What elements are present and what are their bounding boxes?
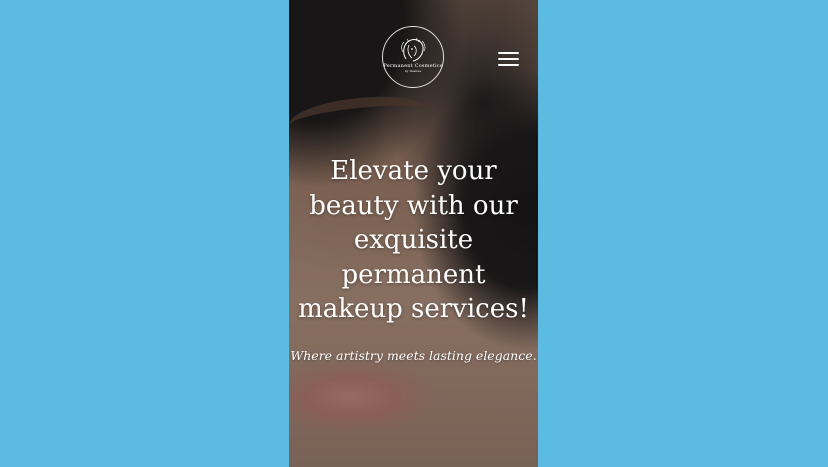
hero-headline-line: beauty with our xyxy=(309,190,518,221)
hero-headline-line: Elevate your xyxy=(330,156,497,186)
mobile-viewport: Permanent Cosmetics by Desiree Elevate y… xyxy=(289,0,538,467)
page-background: Permanent Cosmetics by Desiree Elevate y… xyxy=(0,0,828,467)
menu-line xyxy=(498,58,519,60)
hero-tagline: Where artistry meets lasting elegance. xyxy=(290,348,537,363)
hero-headline-line: exquisite xyxy=(353,225,474,255)
site-logo[interactable]: Permanent Cosmetics by Desiree xyxy=(382,26,444,88)
menu-line xyxy=(498,52,519,54)
hero-headline-line: permanent xyxy=(341,259,486,290)
logo-subtitle: by Desiree xyxy=(404,69,422,73)
woman-face-logo-icon xyxy=(401,37,426,62)
hamburger-menu-icon[interactable] xyxy=(497,50,521,68)
hero-headline-line: makeup services! xyxy=(298,294,529,324)
menu-line xyxy=(498,64,519,66)
hero-headline: Elevate your beauty with our exquisite p… xyxy=(289,154,538,327)
